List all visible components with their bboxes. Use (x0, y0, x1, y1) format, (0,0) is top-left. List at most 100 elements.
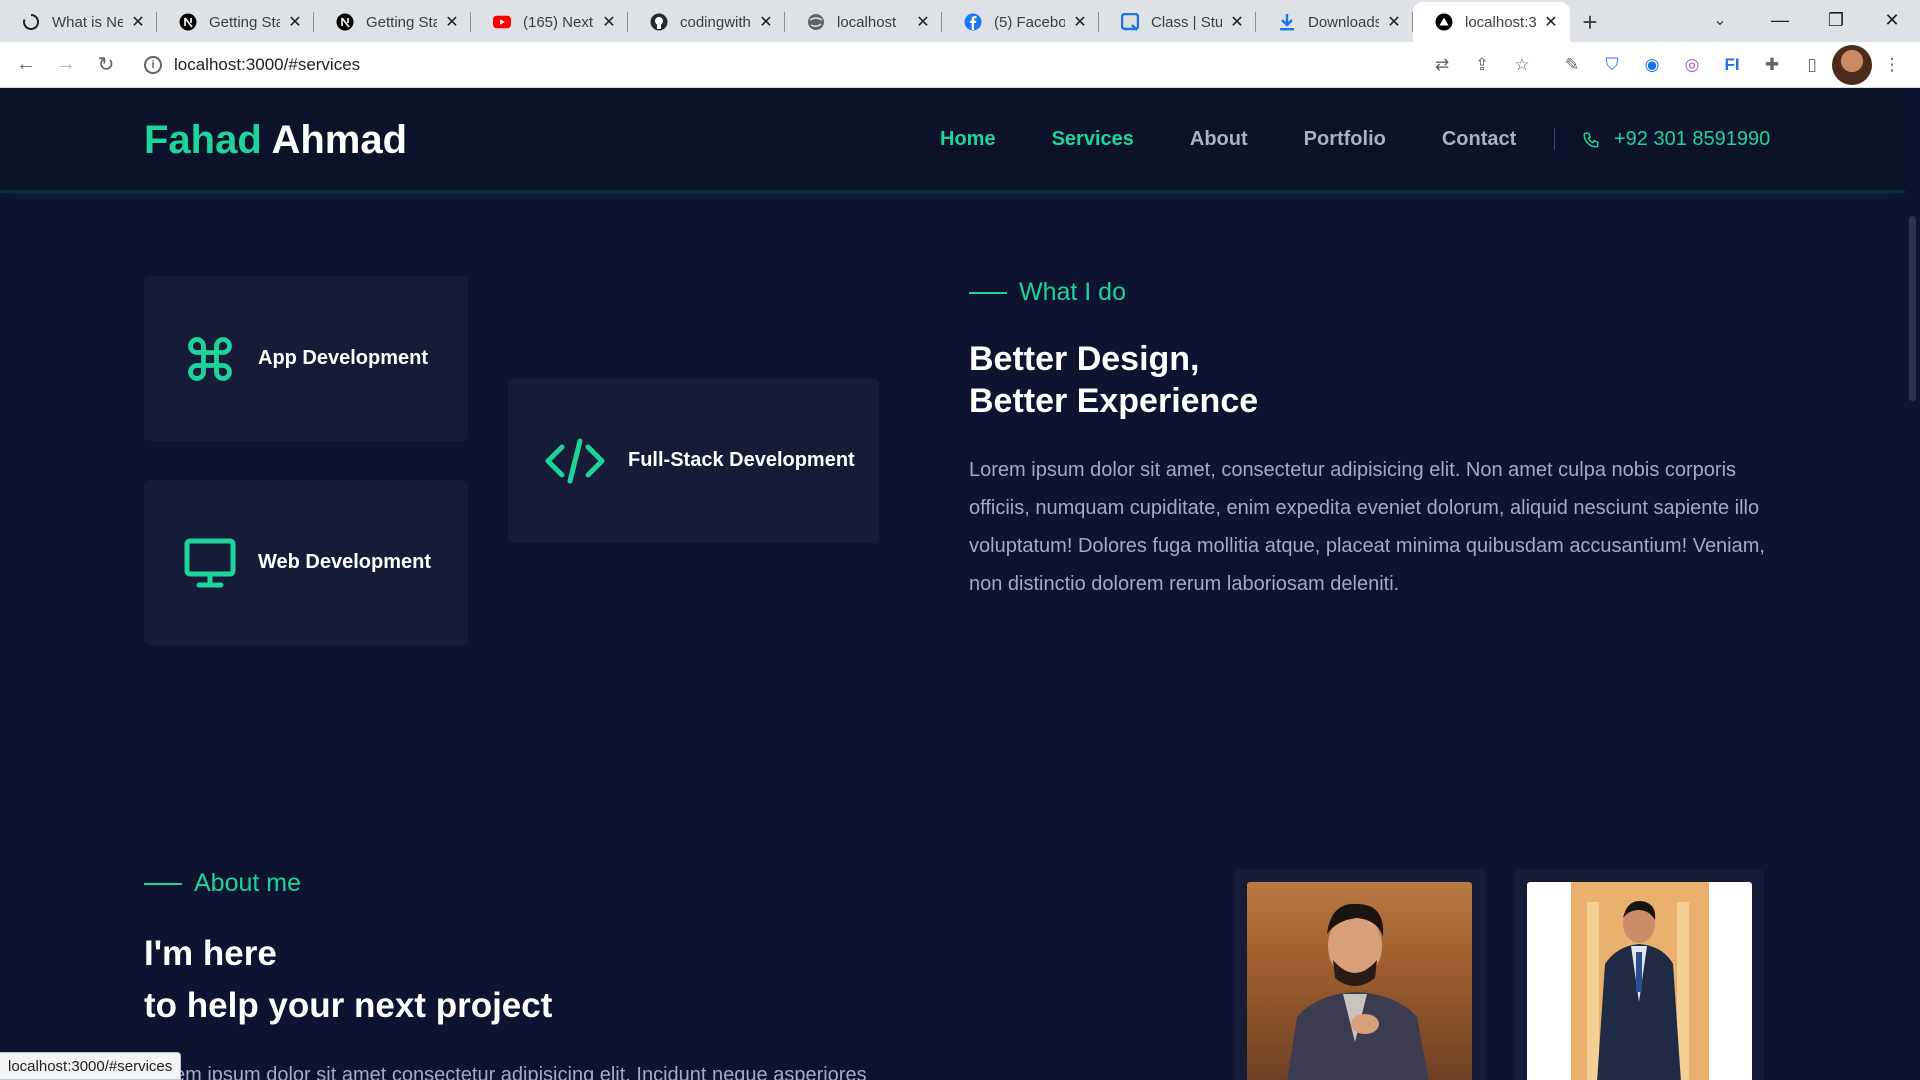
close-tab-icon[interactable]: ✕ (1385, 12, 1403, 32)
profile-photo-1 (1247, 882, 1472, 1080)
shield-extension-icon[interactable]: ⛉ (1592, 45, 1632, 85)
eyedropper-extension-icon[interactable]: ✎ (1552, 45, 1592, 85)
toolbar-icons: ⇄ ⇪ ☆ ✎ ⛉ ◉ ◎ FI ✚ ▯ ⋮ (1422, 42, 1920, 88)
phone-link[interactable]: +92 301 8591990 (1582, 128, 1770, 151)
close-tab-icon[interactable]: ✕ (443, 12, 461, 32)
github-icon (650, 13, 668, 31)
services-heading-line1: Better Design, (969, 340, 1200, 378)
services-heading-line2: Better Experience (969, 382, 1259, 420)
close-tab-icon[interactable]: ✕ (286, 12, 304, 32)
site-header: Fahad Ahmad Home Services About Portfoli… (0, 88, 1905, 190)
tab-strip: What is Ne ✕ Getting Star ✕ Getting Star… (0, 0, 1920, 42)
tab-title: Getting Star (366, 13, 437, 31)
code-icon (544, 437, 606, 485)
fi-extension-icon[interactable]: FI (1712, 45, 1752, 85)
service-card-web: Web Development (144, 480, 468, 645)
browser-tab[interactable]: Class | Stud ✕ (1099, 2, 1256, 42)
youtube-icon (493, 13, 511, 31)
translate-icon[interactable]: ⇄ (1422, 45, 1462, 85)
browser-tab[interactable]: (5) Faceboo ✕ (942, 2, 1099, 42)
nav-about[interactable]: About (1190, 128, 1248, 151)
service-card-app: App Development (144, 276, 468, 441)
side-panel-icon[interactable]: ▯ (1792, 45, 1832, 85)
eyebrow-line (144, 882, 182, 885)
close-tab-icon[interactable]: ✕ (600, 12, 618, 32)
profile-photo-2 (1527, 882, 1752, 1080)
broadcast-extension-icon[interactable]: ◎ (1672, 45, 1712, 85)
browser-tab[interactable]: codingwith ✕ (628, 2, 785, 42)
forward-arrow-icon[interactable]: → (46, 45, 86, 85)
close-tab-icon[interactable]: ✕ (914, 12, 932, 32)
services-description: Lorem ipsum dolor sit amet, consectetur … (969, 459, 1765, 595)
brand-first-name: Fahad (144, 118, 262, 162)
browser-tab[interactable]: Downloads ✕ (1256, 2, 1413, 42)
scrollbar-thumb[interactable] (1909, 216, 1916, 401)
browser-tab[interactable]: Getting Star ✕ (314, 2, 471, 42)
page-scrollbar[interactable] (1905, 88, 1920, 1080)
nav-services[interactable]: Services (1052, 128, 1134, 151)
browser-tab[interactable]: Getting Star ✕ (157, 2, 314, 42)
tab-title: localhost (837, 13, 897, 31)
services-eyebrow-text: What I do (1019, 278, 1126, 306)
web-page: Fahad Ahmad Home Services About Portfoli… (0, 88, 1905, 1080)
tab-search-chevron-icon[interactable]: ⌄ (1700, 0, 1740, 40)
record-extension-icon[interactable]: ◉ (1632, 45, 1672, 85)
site-info-icon[interactable]: i (144, 55, 162, 74)
tab-title: What is Ne (52, 13, 123, 31)
loading-icon (22, 13, 40, 31)
restore-button[interactable]: ❐ (1808, 0, 1864, 40)
download-icon (1278, 13, 1296, 31)
brand-last-name: Ahmad (271, 118, 408, 162)
profile-avatar[interactable] (1832, 45, 1872, 85)
service-card-label: Full-Stack Development (628, 449, 855, 471)
tab-title: localhost:30 (1465, 13, 1536, 31)
bookmark-star-icon[interactable]: ☆ (1502, 45, 1542, 85)
browser-toolbar: ← → ↻ i localhost:3000/#services ⇄ ⇪ ☆ ✎… (0, 42, 1920, 88)
nav-contact[interactable]: Contact (1442, 128, 1516, 151)
about-eyebrow-text: About me (194, 869, 302, 897)
main-nav: Home Services About Portfolio Contact (940, 128, 1572, 151)
url-text: localhost:3000/#services (174, 54, 361, 74)
close-window-button[interactable]: ✕ (1864, 0, 1920, 40)
close-tab-icon[interactable]: ✕ (1071, 12, 1089, 32)
tab-title: (165) Next.j (523, 13, 594, 31)
address-bar[interactable]: i localhost:3000/#services (132, 47, 1432, 83)
tab-title: codingwith (680, 13, 751, 31)
close-tab-icon[interactable]: ✕ (1228, 12, 1246, 32)
new-tab-button[interactable]: + (1570, 2, 1610, 42)
about-description: em ipsum dolor sit amet consectetur adip… (174, 1064, 867, 1080)
brand-logo[interactable]: Fahad Ahmad (144, 118, 407, 163)
back-arrow-icon[interactable]: ← (6, 45, 46, 85)
phone-icon (1583, 132, 1599, 147)
about-heading-line1: I'm here (144, 934, 277, 973)
about-eyebrow: About me (144, 869, 301, 898)
nextjs-icon (336, 13, 354, 31)
nav-portfolio[interactable]: Portfolio (1304, 128, 1386, 151)
globe-icon (807, 13, 825, 31)
reload-icon[interactable]: ↻ (86, 45, 126, 85)
minimize-button[interactable]: — (1752, 0, 1808, 40)
services-heading: Better Design, Better Experience (969, 338, 1258, 422)
browser-menu-icon[interactable]: ⋮ (1872, 45, 1912, 85)
close-tab-icon[interactable]: ✕ (1542, 12, 1560, 32)
service-card-label: Web Development (258, 551, 431, 573)
window-controls: — ❐ ✕ (1752, 0, 1920, 40)
close-tab-icon[interactable]: ✕ (757, 12, 775, 32)
monitor-icon (184, 537, 236, 589)
nextjs-icon (179, 13, 197, 31)
tab-title: (5) Faceboo (994, 13, 1065, 31)
service-card-label: App Development (258, 347, 429, 369)
tab-title: Class | Stud (1151, 13, 1222, 31)
browser-tab[interactable]: What is Ne ✕ (0, 2, 157, 42)
extensions-puzzle-icon[interactable]: ✚ (1752, 45, 1792, 85)
browser-tab-active[interactable]: localhost:30 ✕ (1413, 2, 1570, 42)
service-card-fullstack: Full-Stack Development (508, 378, 879, 543)
browser-tab[interactable]: (165) Next.j ✕ (471, 2, 628, 42)
phone-number: +92 301 8591990 (1614, 128, 1771, 150)
share-icon[interactable]: ⇪ (1462, 45, 1502, 85)
classroom-icon (1121, 13, 1139, 31)
nav-home[interactable]: Home (940, 128, 996, 151)
services-eyebrow: What I do (969, 278, 1126, 307)
browser-tab[interactable]: localhost ✕ (785, 2, 942, 42)
close-tab-icon[interactable]: ✕ (129, 12, 147, 32)
